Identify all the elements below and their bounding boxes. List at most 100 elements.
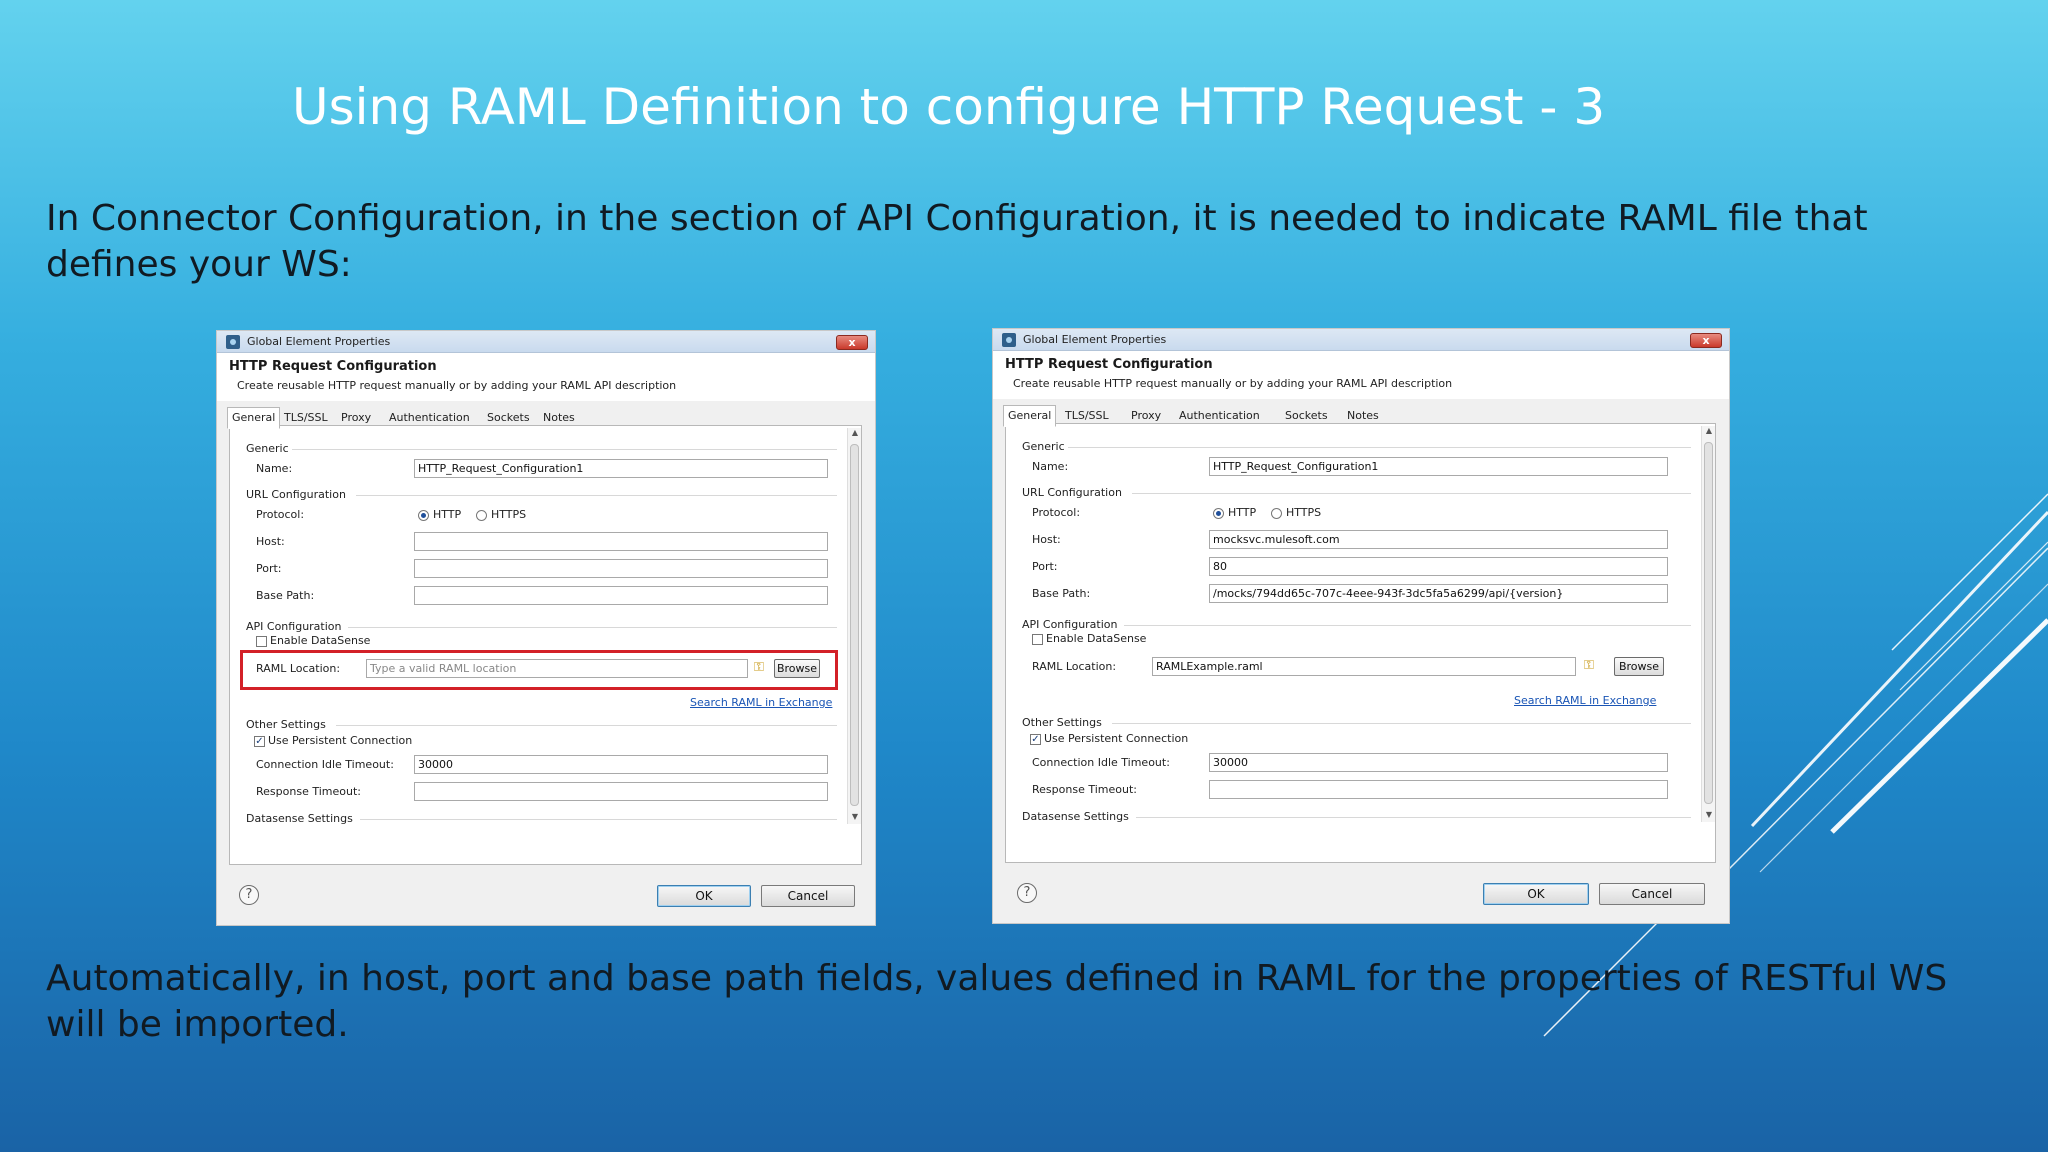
persistent-connection-checkbox[interactable]: ✓ xyxy=(254,736,265,747)
https-radio-label: HTTPS xyxy=(1286,506,1322,519)
dialog-heading: HTTP Request Configuration xyxy=(229,359,437,374)
divider xyxy=(348,627,837,628)
port-label: Port: xyxy=(256,562,282,575)
key-icon[interactable]: ⚿ xyxy=(754,661,770,675)
intro-paragraph: In Connector Configuration, in the secti… xyxy=(46,198,1868,285)
enable-datasense-checkbox[interactable] xyxy=(1032,634,1043,645)
scroll-up-icon[interactable]: ▲ xyxy=(1702,426,1716,435)
port-input[interactable] xyxy=(414,559,828,578)
dialog-left: Global Element Properties x HTTP Request… xyxy=(216,330,876,926)
dialog-header: HTTP Request Configuration Create reusab… xyxy=(217,353,875,401)
https-radio[interactable] xyxy=(476,510,487,521)
help-icon[interactable]: ? xyxy=(239,885,259,905)
scroll-thumb[interactable] xyxy=(850,444,859,806)
http-radio[interactable] xyxy=(1213,508,1224,519)
tab-notes[interactable]: Notes xyxy=(1347,405,1379,427)
scroll-down-icon[interactable]: ▼ xyxy=(1702,810,1716,819)
divider xyxy=(292,449,837,450)
http-radio[interactable] xyxy=(418,510,429,521)
base-path-input[interactable]: /mocks/794dd65c-707c-4eee-943f-3dc5fa5a6… xyxy=(1209,584,1668,603)
host-input[interactable]: mocksvc.mulesoft.com xyxy=(1209,530,1668,549)
raml-location-input[interactable]: Type a valid RAML location xyxy=(366,659,748,678)
cancel-button[interactable]: Cancel xyxy=(1599,883,1705,905)
raml-location-input[interactable]: RAMLExample.raml xyxy=(1152,657,1576,676)
key-icon[interactable]: ⚿ xyxy=(1584,659,1600,673)
idle-timeout-input[interactable]: 30000 xyxy=(414,755,828,774)
section-url-config: URL Configuration xyxy=(246,488,346,501)
persistent-connection-label: Use Persistent Connection xyxy=(1044,732,1189,745)
tab-general[interactable]: General xyxy=(1003,405,1057,427)
port-input[interactable]: 80 xyxy=(1209,557,1668,576)
tab-proxy[interactable]: Proxy xyxy=(1131,405,1161,427)
tab-tls-ssl[interactable]: TLS/SSL xyxy=(284,407,328,429)
enable-datasense-label: Enable DataSense xyxy=(1046,632,1147,645)
enable-datasense-label: Enable DataSense xyxy=(270,634,371,647)
persistent-connection-label: Use Persistent Connection xyxy=(268,734,413,747)
tab-authentication[interactable]: Authentication xyxy=(389,407,470,429)
http-radio-label: HTTP xyxy=(433,508,462,521)
base-path-input[interactable] xyxy=(414,586,828,605)
name-input[interactable]: HTTP_Request_Configuration1 xyxy=(1209,457,1668,476)
search-raml-exchange-link[interactable]: Search RAML in Exchange xyxy=(690,696,832,709)
protocol-label: Protocol: xyxy=(256,508,305,521)
browse-button[interactable]: Browse xyxy=(1614,657,1664,676)
tab-proxy[interactable]: Proxy xyxy=(341,407,371,429)
dialog-header: HTTP Request Configuration Create reusab… xyxy=(993,351,1729,399)
dialog-titlebar[interactable]: Global Element Properties x xyxy=(217,331,875,353)
base-path-label: Base Path: xyxy=(256,589,315,602)
host-input[interactable] xyxy=(414,532,828,551)
tab-notes[interactable]: Notes xyxy=(543,407,575,429)
dialog-subheading: Create reusable HTTP request manually or… xyxy=(237,379,677,392)
protocol-label: Protocol: xyxy=(1032,506,1081,519)
response-timeout-input[interactable] xyxy=(1209,780,1668,799)
raml-location-label: RAML Location: xyxy=(256,662,341,675)
host-label: Host: xyxy=(256,535,285,548)
search-raml-exchange-link[interactable]: Search RAML in Exchange xyxy=(1514,694,1656,707)
scrollbar[interactable]: ▲ ▼ xyxy=(1701,426,1715,822)
tab-panel-general: Generic Name: HTTP_Request_Configuration… xyxy=(229,425,862,865)
app-icon xyxy=(1002,333,1016,347)
tab-tls-ssl[interactable]: TLS/SSL xyxy=(1065,405,1109,427)
name-input[interactable]: HTTP_Request_Configuration1 xyxy=(414,459,828,478)
scrollbar[interactable]: ▲ ▼ xyxy=(847,428,861,824)
section-other-settings: Other Settings xyxy=(246,718,326,731)
name-label: Name: xyxy=(256,462,293,475)
ok-button[interactable]: OK xyxy=(657,885,751,907)
name-label: Name: xyxy=(1032,460,1069,473)
section-generic: Generic xyxy=(246,442,289,455)
ok-button[interactable]: OK xyxy=(1483,883,1589,905)
idle-timeout-input[interactable]: 30000 xyxy=(1209,753,1668,772)
divider xyxy=(1132,493,1691,494)
dialog-subheading: Create reusable HTTP request manually or… xyxy=(1013,377,1453,390)
section-api-config: API Configuration xyxy=(246,620,342,633)
https-radio-label: HTTPS xyxy=(491,508,527,521)
https-radio[interactable] xyxy=(1271,508,1282,519)
section-datasense-settings: Datasense Settings xyxy=(1022,810,1129,823)
close-icon[interactable]: x xyxy=(836,335,868,350)
dialog-titlebar[interactable]: Global Element Properties x xyxy=(993,329,1729,351)
divider xyxy=(1112,723,1691,724)
http-radio-label: HTTP xyxy=(1228,506,1257,519)
tab-sockets[interactable]: Sockets xyxy=(487,407,530,429)
scroll-down-icon[interactable]: ▼ xyxy=(848,812,862,821)
response-timeout-input[interactable] xyxy=(414,782,828,801)
tab-authentication[interactable]: Authentication xyxy=(1179,405,1260,427)
base-path-label: Base Path: xyxy=(1032,587,1091,600)
enable-datasense-checkbox[interactable] xyxy=(256,636,267,647)
divider xyxy=(1136,817,1691,818)
idle-timeout-label: Connection Idle Timeout: xyxy=(1032,756,1170,769)
persistent-connection-checkbox[interactable]: ✓ xyxy=(1030,734,1041,745)
divider xyxy=(1124,625,1691,626)
tab-general[interactable]: General xyxy=(227,407,281,429)
tab-sockets[interactable]: Sockets xyxy=(1285,405,1328,427)
dialog-window-title: Global Element Properties xyxy=(247,335,391,348)
cancel-button[interactable]: Cancel xyxy=(761,885,855,907)
response-timeout-label: Response Timeout: xyxy=(1032,783,1137,796)
port-label: Port: xyxy=(1032,560,1058,573)
help-icon[interactable]: ? xyxy=(1017,883,1037,903)
scroll-thumb[interactable] xyxy=(1704,442,1713,804)
scroll-up-icon[interactable]: ▲ xyxy=(848,428,862,437)
section-api-config: API Configuration xyxy=(1022,618,1118,631)
close-icon[interactable]: x xyxy=(1690,333,1722,348)
browse-button[interactable]: Browse xyxy=(774,659,820,678)
